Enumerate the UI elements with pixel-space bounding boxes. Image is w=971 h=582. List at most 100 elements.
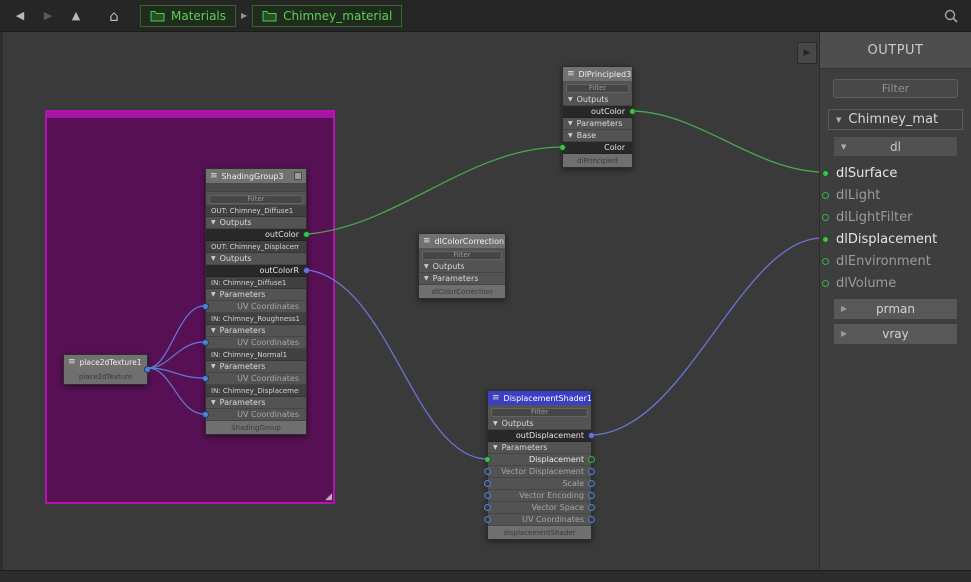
back-button[interactable]: ◀ (10, 6, 30, 26)
chevron-down-icon[interactable]: ▼ (211, 256, 216, 262)
node-shadinggroup3[interactable]: ≡ ShadingGroup3 OUT: Chimney_Diffuse1 ▼O… (205, 168, 307, 435)
forward-button[interactable]: ▶ (38, 6, 58, 26)
node-title-bar[interactable]: ≡ DisplacementShader1 (488, 391, 591, 405)
node-row-outputs[interactable]: ▼Outputs (206, 253, 306, 265)
chevron-down-icon[interactable]: ▼ (493, 421, 498, 427)
section-dl-header[interactable]: ▼ dl (834, 137, 957, 156)
node-row-outcolorr[interactable]: outColorR (206, 265, 306, 277)
node-displacementshader1[interactable]: ≡ DisplacementShader1 ▼Outputs outDispla… (487, 390, 592, 540)
backdrop-titlebar[interactable] (47, 112, 333, 118)
chevron-down-icon[interactable]: ▼ (841, 144, 846, 150)
output-port[interactable] (588, 504, 595, 511)
chevron-down-icon[interactable]: ▼ (424, 264, 429, 270)
port-dot[interactable] (822, 236, 829, 243)
output-port[interactable] (303, 231, 310, 238)
node-dlprincipled3[interactable]: ≡ DlPrincipled3 ▼Outputs outColor ▼Param… (562, 66, 633, 168)
port-item-dlsurface[interactable]: dlSurface (820, 162, 971, 184)
output-port[interactable] (588, 480, 595, 487)
node-row-displacement[interactable]: Displacement (488, 454, 591, 466)
input-port[interactable] (484, 468, 491, 475)
node-filter-input[interactable] (209, 195, 303, 204)
chevron-down-icon[interactable]: ▼ (211, 292, 216, 298)
node-row-outdisplacement[interactable]: outDisplacement (488, 430, 591, 442)
node-title-bar[interactable]: ≡ DlPrincipled3 (563, 67, 632, 81)
node-row-parameters[interactable]: ▼Parameters (563, 118, 632, 130)
search-button[interactable] (941, 6, 961, 26)
chevron-down-icon[interactable]: ▼ (211, 328, 216, 334)
node-row-vector-encoding[interactable]: Vector Encoding (488, 490, 591, 502)
node-filter-input[interactable] (491, 408, 588, 417)
node-row-outputs[interactable]: ▼Outputs (419, 261, 505, 273)
chevron-down-icon[interactable]: ▼ (568, 121, 573, 127)
input-port[interactable] (484, 492, 491, 499)
panel-collapse-button[interactable]: ▶ (797, 42, 817, 64)
output-port[interactable] (588, 492, 595, 499)
node-row-scale[interactable]: Scale (488, 478, 591, 490)
node-row-parameters[interactable]: ▼Parameters (206, 289, 306, 301)
node-row-uv-coordinates[interactable]: UV Coordinates (206, 301, 306, 313)
input-port[interactable] (202, 303, 209, 310)
node-row-uv-coordinates[interactable]: UV Coordinates (206, 337, 306, 349)
port-item-dlvolume[interactable]: dlVolume (820, 272, 971, 294)
node-filter-input[interactable] (422, 251, 502, 260)
material-row[interactable]: ▼ Chimney_mat (828, 109, 963, 130)
panel-filter-input[interactable] (833, 79, 958, 98)
node-row-vector-displacement[interactable]: Vector Displacement (488, 466, 591, 478)
node-dlcolorcorrection3[interactable]: ≡ dlColorCorrection3 ▼Outputs ▼Parameter… (418, 233, 506, 299)
node-row-color[interactable]: Color (563, 142, 632, 154)
node-row-parameters[interactable]: ▼Parameters (419, 273, 505, 285)
port-dot[interactable] (822, 258, 829, 265)
port-item-dllightfilter[interactable]: dlLightFilter (820, 206, 971, 228)
chevron-down-icon[interactable]: ▼ (211, 364, 216, 370)
up-button[interactable]: ▲ (66, 6, 86, 26)
node-row-uv-coordinates[interactable]: UV Coordinates (206, 373, 306, 385)
breadcrumb-chimney-material[interactable]: Chimney_material (252, 5, 402, 27)
menu-icon[interactable]: ≡ (423, 237, 431, 246)
output-port[interactable] (588, 516, 595, 523)
breadcrumb-materials[interactable]: Materials (140, 5, 236, 27)
node-row-parameters[interactable]: ▼Parameters (206, 361, 306, 373)
output-port[interactable] (588, 468, 595, 475)
menu-icon[interactable]: ≡ (68, 358, 76, 367)
chevron-down-icon[interactable]: ▼ (211, 220, 216, 226)
output-port[interactable] (303, 267, 310, 274)
node-place2dtexture1[interactable]: ≡ place2dTexture1 place2dTexture (63, 354, 148, 385)
node-row-vector-space[interactable]: Vector Space (488, 502, 591, 514)
port-dot[interactable] (822, 280, 829, 287)
node-row-parameters[interactable]: ▼Parameters (488, 442, 591, 454)
port-item-dllight[interactable]: dlLight (820, 184, 971, 206)
home-button[interactable]: ⌂ (104, 6, 124, 26)
input-port[interactable] (484, 480, 491, 487)
node-title-bar[interactable]: ≡ ShadingGroup3 (206, 169, 306, 183)
port-item-dlenvironment[interactable]: dlEnvironment (820, 250, 971, 272)
input-port[interactable] (484, 504, 491, 511)
node-row-uv-coordinates[interactable]: UV Coordinates (488, 514, 591, 526)
port-dot[interactable] (822, 170, 829, 177)
node-row-in-displacement[interactable]: IN: Chimney_Displacement1 (206, 385, 306, 397)
input-port[interactable] (484, 456, 491, 463)
node-title-bar[interactable]: ≡ place2dTexture1 (64, 355, 147, 370)
node-row-outputs[interactable]: ▼Outputs (488, 418, 591, 430)
node-row-outcolor[interactable]: outColor (563, 106, 632, 118)
input-port[interactable] (202, 411, 209, 418)
node-filter-input[interactable] (566, 84, 629, 93)
menu-icon[interactable]: ≡ (567, 70, 575, 79)
output-port[interactable] (144, 366, 151, 373)
port-dot[interactable] (822, 214, 829, 221)
input-port[interactable] (484, 516, 491, 523)
output-port[interactable] (588, 432, 595, 439)
node-row-uv-coordinates[interactable]: UV Coordinates (206, 409, 306, 421)
node-row-parameters[interactable]: ▼Parameters (206, 325, 306, 337)
input-port[interactable] (202, 375, 209, 382)
chevron-down-icon[interactable]: ▼ (568, 97, 573, 103)
node-row-in-normal[interactable]: IN: Chimney_Normal1 (206, 349, 306, 361)
input-port[interactable] (559, 144, 566, 151)
chevron-down-icon[interactable]: ▼ (568, 133, 573, 139)
section-prman[interactable]: ▶prman (834, 299, 957, 319)
node-row-base[interactable]: ▼Base (563, 130, 632, 142)
port-item-dldisplacement[interactable]: dlDisplacement (820, 228, 971, 250)
output-port[interactable] (588, 456, 595, 463)
node-row-outputs[interactable]: ▼Outputs (563, 94, 632, 106)
chevron-down-icon[interactable]: ▼ (211, 400, 216, 406)
chevron-down-icon[interactable]: ▼ (424, 276, 429, 282)
